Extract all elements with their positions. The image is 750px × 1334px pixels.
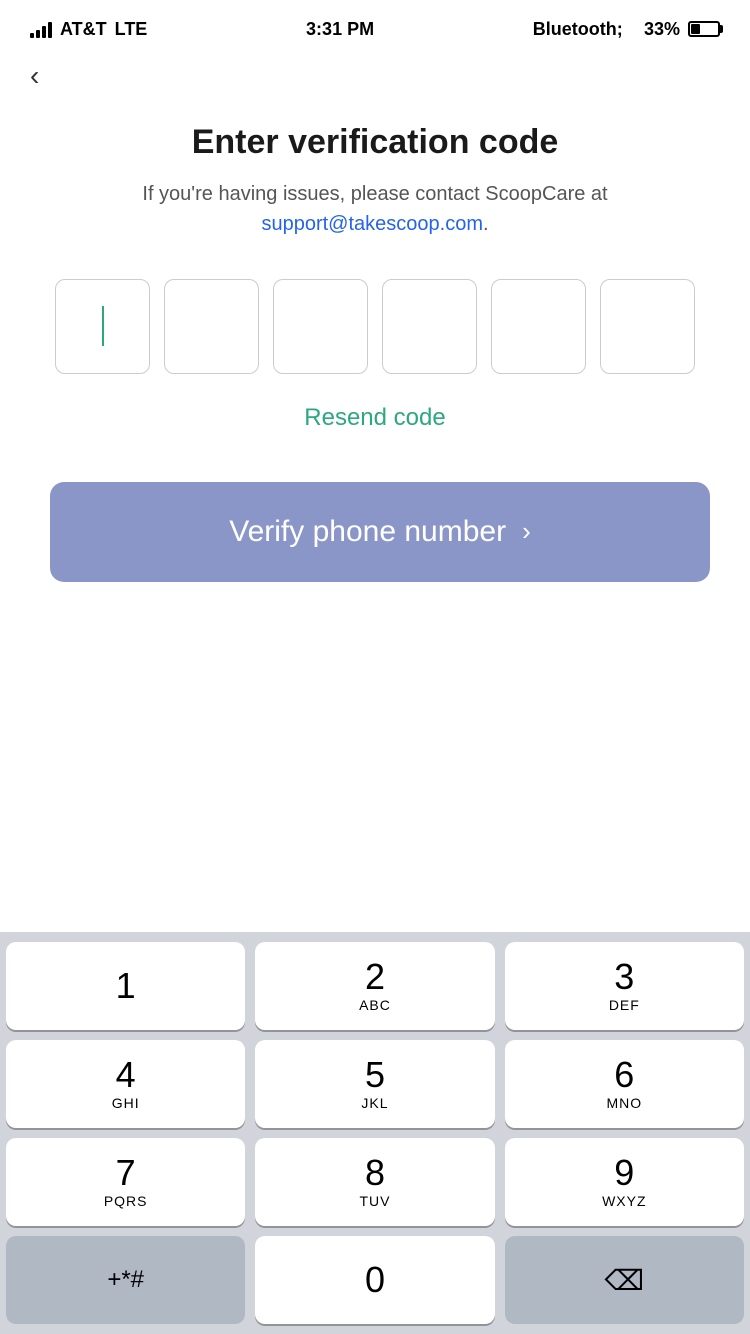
key-3[interactable]: 3 DEF xyxy=(505,942,744,1030)
keyboard-row-2: 4 GHI 5 JKL 6 MNO xyxy=(6,1040,744,1128)
key-delete[interactable]: ⌫ xyxy=(505,1236,744,1324)
key-5[interactable]: 5 JKL xyxy=(255,1040,494,1128)
verify-button[interactable]: Verify phone number › xyxy=(50,482,710,582)
key-1[interactable]: 1 xyxy=(6,942,245,1030)
status-bar: AT&T LTE 3:31 PM Bluetooth;⠀ 33% xyxy=(0,0,750,50)
code-input-4[interactable] xyxy=(382,279,477,374)
keyboard-row-4: +*# 0 ⌫ xyxy=(6,1236,744,1324)
email-link[interactable]: support@takescoop.com xyxy=(261,213,483,235)
key-1-number: 1 xyxy=(116,968,136,1004)
signal-icon xyxy=(30,20,52,38)
battery-area: Bluetooth;⠀ 33% xyxy=(533,19,720,40)
key-4-number: 4 xyxy=(116,1057,136,1093)
bluetooth-icon: Bluetooth;⠀ xyxy=(533,19,636,40)
key-2-letters: ABC xyxy=(359,997,391,1013)
page-subtitle: If you're having issues, please contact … xyxy=(50,179,700,239)
resend-code-button[interactable]: Resend code xyxy=(50,404,700,432)
key-9[interactable]: 9 WXYZ xyxy=(505,1138,744,1226)
key-5-letters: JKL xyxy=(361,1095,388,1111)
verify-chevron-icon: › xyxy=(522,516,531,547)
code-input-area xyxy=(50,279,700,374)
key-2[interactable]: 2 ABC xyxy=(255,942,494,1030)
numeric-keyboard: 1 2 ABC 3 DEF 4 GHI 5 JKL 6 MNO 7 PQRS xyxy=(0,932,750,1334)
verify-button-label: Verify phone number xyxy=(229,515,506,549)
network-label: LTE xyxy=(115,19,148,40)
key-8[interactable]: 8 TUV xyxy=(255,1138,494,1226)
key-0[interactable]: 0 xyxy=(255,1236,494,1324)
code-input-3[interactable] xyxy=(273,279,368,374)
key-6[interactable]: 6 MNO xyxy=(505,1040,744,1128)
key-symbols[interactable]: +*# xyxy=(6,1236,245,1324)
key-7-letters: PQRS xyxy=(104,1193,148,1209)
key-4[interactable]: 4 GHI xyxy=(6,1040,245,1128)
key-4-letters: GHI xyxy=(112,1095,140,1111)
key-8-number: 8 xyxy=(365,1155,385,1191)
key-5-number: 5 xyxy=(365,1057,385,1093)
delete-icon: ⌫ xyxy=(605,1264,645,1297)
key-6-number: 6 xyxy=(614,1057,634,1093)
code-input-6[interactable] xyxy=(600,279,695,374)
key-0-number: 0 xyxy=(365,1262,385,1298)
time-display: 3:31 PM xyxy=(306,19,374,40)
key-8-letters: TUV xyxy=(359,1193,390,1209)
cursor xyxy=(102,306,104,346)
key-3-letters: DEF xyxy=(609,997,640,1013)
key-symbols-label: +*# xyxy=(107,1266,144,1294)
page-title: Enter verification code xyxy=(50,122,700,163)
key-9-number: 9 xyxy=(614,1155,634,1191)
subtitle-after: . xyxy=(483,213,489,235)
key-6-letters: MNO xyxy=(606,1095,642,1111)
keyboard-row-3: 7 PQRS 8 TUV 9 WXYZ xyxy=(6,1138,744,1226)
battery-percent: 33% xyxy=(644,19,680,40)
key-3-number: 3 xyxy=(614,959,634,995)
carrier-label: AT&T xyxy=(60,19,107,40)
main-content: Enter verification code If you're having… xyxy=(0,102,750,582)
key-7-number: 7 xyxy=(116,1155,136,1191)
battery-icon xyxy=(688,21,720,37)
key-2-number: 2 xyxy=(365,959,385,995)
keyboard-row-1: 1 2 ABC 3 DEF xyxy=(6,942,744,1030)
battery-fill xyxy=(691,24,700,34)
subtitle-before: If you're having issues, please contact … xyxy=(142,183,607,205)
back-button[interactable]: ‹ xyxy=(0,50,69,102)
key-9-letters: WXYZ xyxy=(602,1193,646,1209)
carrier-info: AT&T LTE xyxy=(30,19,147,40)
code-input-2[interactable] xyxy=(164,279,259,374)
code-input-1[interactable] xyxy=(55,279,150,374)
key-7[interactable]: 7 PQRS xyxy=(6,1138,245,1226)
code-input-5[interactable] xyxy=(491,279,586,374)
